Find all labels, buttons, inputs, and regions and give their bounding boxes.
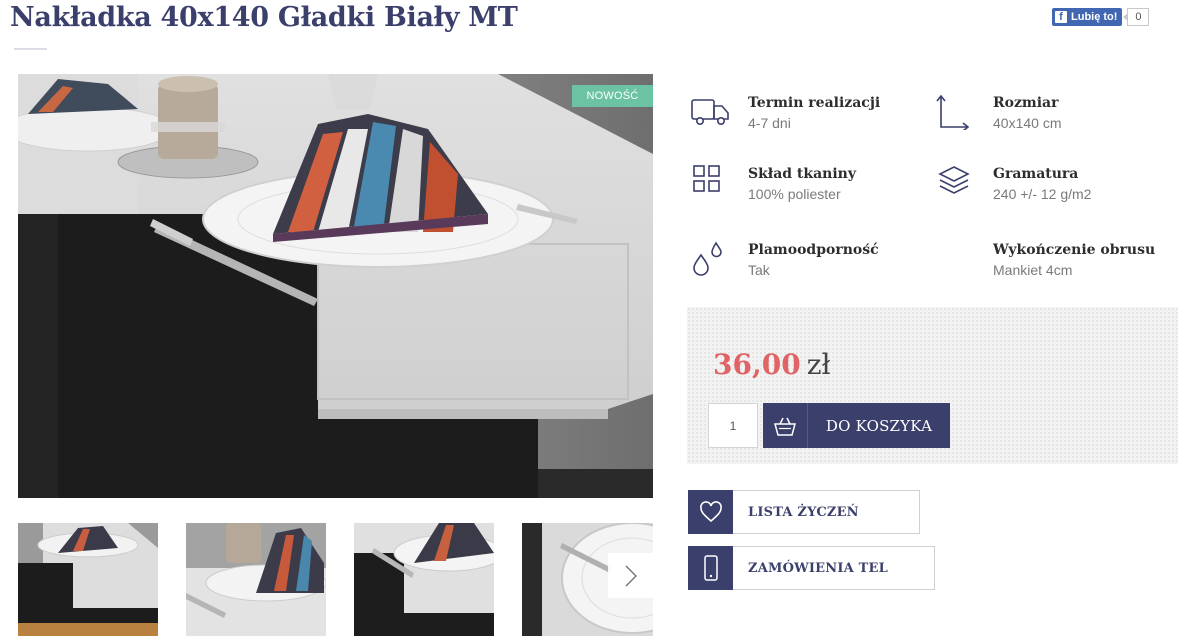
attribute-value: Tak xyxy=(748,262,770,278)
attribute-label: Termin realizacji xyxy=(748,95,881,111)
attribute-value: Mankiet 4cm xyxy=(993,262,1073,278)
title-divider xyxy=(14,48,47,50)
price-amount: 36,00 xyxy=(713,348,801,381)
attribute-label: Rozmiar xyxy=(993,95,1059,111)
wishlist-label: LISTA ŻYCZEŃ xyxy=(748,504,859,520)
attribute-label: Plamoodporność xyxy=(748,242,879,258)
facebook-like-label: Lubię to! xyxy=(1071,11,1118,23)
facebook-like-widget: f Lubię to! 0 xyxy=(1052,8,1150,26)
product-price: 36,00 zł xyxy=(713,348,831,381)
main-product-image[interactable] xyxy=(18,74,653,498)
add-to-cart-label: DO KOSZYKA xyxy=(825,416,933,435)
facebook-icon: f xyxy=(1055,11,1067,23)
quantity-input[interactable] xyxy=(708,403,758,448)
attribute-value: 40x140 cm xyxy=(993,115,1062,131)
chevron-right-icon xyxy=(624,564,637,587)
attribute-value: 100% poliester xyxy=(748,186,841,202)
attribute-label: Gramatura xyxy=(993,166,1079,182)
attribute-label: Wykończenie obrusu xyxy=(993,242,1156,258)
droplets-icon xyxy=(693,241,722,276)
price-currency: zł xyxy=(806,348,831,381)
gallery-next-button[interactable] xyxy=(608,553,653,598)
dimensions-icon xyxy=(936,94,970,130)
attribute-value: 240 +/- 12 g/m2 xyxy=(993,186,1092,202)
thumbnail-2[interactable] xyxy=(186,523,326,636)
attribute-label: Skład tkaniny xyxy=(748,166,856,182)
grid-icon xyxy=(693,165,720,192)
phone-icon xyxy=(688,545,733,590)
phone-order-button[interactable]: ZAMÓWIENIA TEL xyxy=(688,545,935,590)
facebook-like-button[interactable]: f Lubię to! xyxy=(1052,8,1123,26)
phone-order-label: ZAMÓWIENIA TEL xyxy=(748,560,888,576)
thumbnail-1[interactable] xyxy=(18,523,158,636)
new-badge: NOWOŚĆ xyxy=(572,85,653,107)
truck-icon xyxy=(691,99,729,125)
thumbnail-3[interactable] xyxy=(354,523,494,636)
facebook-like-count: 0 xyxy=(1123,8,1150,26)
basket-icon xyxy=(763,403,808,448)
page-title: Nakładka 40x140 Gładki Biały MT xyxy=(10,2,518,33)
attribute-value: 4-7 dni xyxy=(748,115,791,131)
layers-icon xyxy=(938,166,970,194)
add-to-cart-button[interactable]: DO KOSZYKA xyxy=(763,403,950,448)
heart-icon xyxy=(688,489,733,534)
wishlist-button[interactable]: LISTA ŻYCZEŃ xyxy=(688,489,920,534)
